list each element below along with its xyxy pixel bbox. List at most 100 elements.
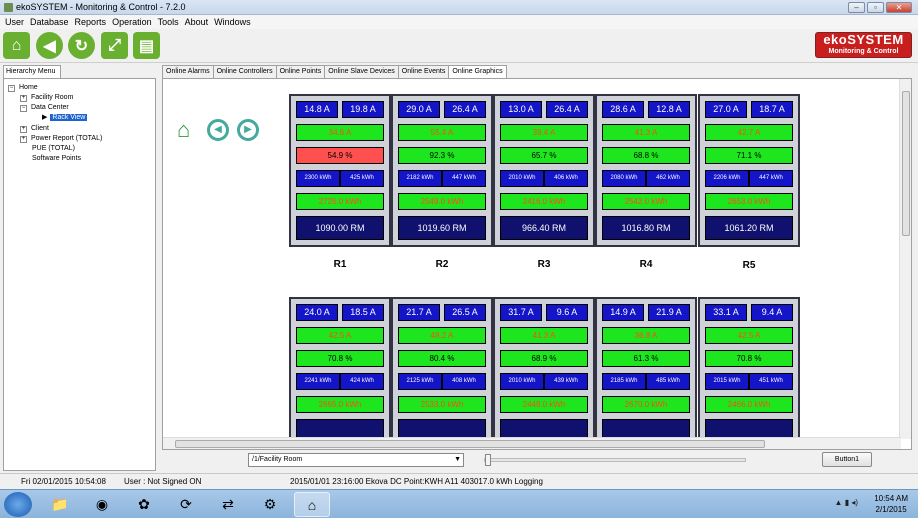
app-taskbar-icon[interactable]: ✿ bbox=[126, 492, 162, 517]
phase2-current: 9.4 A bbox=[751, 304, 793, 321]
collapse-icon[interactable]: − bbox=[8, 85, 15, 92]
tab-online-controllers[interactable]: Online Controllers bbox=[212, 65, 277, 78]
tree-item-client[interactable]: + Client bbox=[20, 124, 49, 133]
vertical-scrollbar[interactable] bbox=[899, 79, 911, 439]
rack-r1[interactable]: 14.8 A 19.8 A 34.6 A 54.9 % 2300 kWh 425 k… bbox=[289, 94, 391, 247]
phase1-current: 33.1 A bbox=[705, 304, 747, 321]
tree-item-data-center[interactable]: − Data Center bbox=[20, 103, 69, 112]
load-percent: 70.8 % bbox=[296, 350, 384, 367]
home-button[interactable]: ⌂ bbox=[3, 32, 30, 59]
sync-taskbar-icon[interactable]: ⟳ bbox=[168, 492, 204, 517]
total-energy: 2653.0 kWh bbox=[705, 193, 793, 210]
zoom-slider[interactable] bbox=[484, 454, 746, 466]
expand-icon: ⤢ bbox=[108, 36, 121, 54]
rack-bottom-5[interactable]: 33.1 A 9.4 A 42.5 A 70.8 % 2015 kWh 451 kW… bbox=[698, 297, 800, 449]
next-icon[interactable]: ▶ bbox=[237, 119, 259, 141]
menu-windows[interactable]: Windows bbox=[214, 15, 251, 29]
menu-reports[interactable]: Reports bbox=[75, 15, 107, 29]
vertical-scroll-thumb[interactable] bbox=[902, 91, 910, 236]
load-percent: 68.8 % bbox=[602, 147, 690, 164]
phase2-current: 26.5 A bbox=[444, 304, 486, 321]
rack-bottom-2[interactable]: 21.7 A 26.5 A 48.2 A 80.4 % 2125 kWh 408 k… bbox=[391, 297, 493, 449]
energy-kwh-1: 2241 kWh bbox=[296, 373, 340, 390]
total-current: 41.3 A bbox=[602, 124, 690, 141]
rack-r4[interactable]: 28.6 A 12.8 A 41.3 A 68.8 % 2080 kWh 462 k… bbox=[595, 94, 697, 247]
cost-rm: 1016.80 RM bbox=[602, 216, 690, 240]
phase1-current: 21.7 A bbox=[398, 304, 440, 321]
layout-button[interactable]: ▤ bbox=[133, 32, 160, 59]
button1[interactable]: Button1 bbox=[822, 452, 872, 467]
rack-r3[interactable]: 13.0 A 26.4 A 39.4 A 65.7 % 2010 kWh 406 k… bbox=[493, 94, 595, 247]
tree-item-home[interactable]: − Home bbox=[8, 83, 38, 92]
minimize-button[interactable]: – bbox=[848, 2, 865, 13]
menu-about[interactable]: About bbox=[185, 15, 209, 29]
back-button[interactable]: ◀ bbox=[36, 32, 63, 59]
energy-kwh-1: 2010 kWh bbox=[500, 373, 544, 390]
rack-label-r2: R2 bbox=[435, 259, 449, 270]
fullscreen-button[interactable]: ⤢ bbox=[101, 32, 128, 59]
horizontal-scroll-thumb[interactable] bbox=[175, 440, 765, 448]
teamviewer-taskbar-icon[interactable]: ⇄ bbox=[210, 492, 246, 517]
phase2-current: 26.4 A bbox=[444, 101, 486, 118]
rack-r2[interactable]: 29.0 A 26.4 A 55.4 A 92.3 % 2182 kWh 447 k… bbox=[391, 94, 493, 247]
network-tool-taskbar-icon[interactable]: ⚙ bbox=[252, 492, 288, 517]
rack-r5[interactable]: 27.0 A 18.7 A 42.7 A 71.1 % 2206 kWh 447 k… bbox=[698, 94, 800, 247]
chevron-down-icon: ▼ bbox=[454, 456, 461, 463]
total-current: 48.2 A bbox=[398, 327, 486, 344]
menu-database[interactable]: Database bbox=[30, 15, 69, 29]
tree-item-facility-room[interactable]: + Facility Room bbox=[20, 93, 73, 102]
status-user: User : Not Signed ON bbox=[124, 477, 202, 486]
expand-icon[interactable]: + bbox=[20, 95, 27, 102]
logo-subtitle: Monitoring & Control bbox=[828, 48, 899, 55]
maximize-button[interactable]: ▫ bbox=[867, 2, 884, 13]
tree-item-power-report[interactable]: + Power Report (TOTAL) bbox=[20, 134, 102, 143]
previous-icon[interactable]: ◀ bbox=[207, 119, 229, 141]
menu-user[interactable]: User bbox=[5, 15, 24, 29]
system-clock[interactable]: 10:54 AM 2/1/2015 bbox=[874, 493, 908, 515]
rack-view-canvas: ⌂ ◀ ▶ 14.8 A 19.8 A 34.6 A 54.9 % 2300 kW… bbox=[162, 78, 912, 450]
location-dropdown[interactable]: /1/Facility Room ▼ bbox=[248, 453, 464, 467]
rack-bottom-1[interactable]: 24.0 A 18.5 A 42.5 A 70.8 % 2241 kWh 424 k… bbox=[289, 297, 391, 449]
hierarchy-menu-tab[interactable]: Hierarchy Menu bbox=[3, 65, 61, 78]
expand-icon[interactable]: + bbox=[20, 136, 27, 143]
menu-tools[interactable]: Tools bbox=[158, 15, 179, 29]
status-event: 2015/01/01 23:16:00 Ekova DC Point:KWH A… bbox=[290, 477, 543, 486]
rack-bottom-4[interactable]: 14.9 A 21.9 A 36.8 A 61.3 % 2185 kWh 485 k… bbox=[595, 297, 697, 449]
menu-operation[interactable]: Operation bbox=[112, 15, 152, 29]
tree-item-pue[interactable]: PUE (TOTAL) bbox=[32, 144, 75, 153]
hierarchy-tree: − Home + Facility Room − Data Center ▶ Rack … bbox=[3, 78, 156, 471]
energy-kwh-2: 439 kWh bbox=[544, 373, 588, 390]
home-icon[interactable]: ⌂ bbox=[177, 119, 199, 141]
energy-kwh-1: 2185 kWh bbox=[602, 373, 646, 390]
rack-label-r1: R1 bbox=[333, 259, 347, 270]
start-button[interactable] bbox=[4, 492, 32, 517]
tab-online-slave-devices[interactable]: Online Slave Devices bbox=[324, 65, 399, 78]
expand-icon[interactable]: + bbox=[20, 126, 27, 133]
status-bar: Fri 02/01/2015 10:54:08 User : Not Signe… bbox=[0, 473, 918, 489]
tab-online-points[interactable]: Online Points bbox=[275, 65, 326, 78]
phase1-current: 14.9 A bbox=[602, 304, 644, 321]
tab-online-alarms[interactable]: Online Alarms bbox=[162, 65, 214, 78]
rack-bottom-3[interactable]: 31.7 A 9.6 A 41.3 A 68.9 % 2010 kWh 439 kW… bbox=[493, 297, 595, 449]
ekosystem-taskbar-icon[interactable]: ⌂ bbox=[294, 492, 330, 517]
layout-icon: ▤ bbox=[138, 37, 155, 55]
cost-rm: 966.40 RM bbox=[500, 216, 588, 240]
refresh-button[interactable]: ↻ bbox=[68, 32, 95, 59]
load-percent: 68.9 % bbox=[500, 350, 588, 367]
close-button[interactable]: ✕ bbox=[886, 2, 912, 13]
tree-item-rack-view[interactable]: ▶ Rack View bbox=[42, 113, 88, 122]
tree-item-software-points[interactable]: Software Points bbox=[32, 154, 81, 163]
explorer-taskbar-icon[interactable]: 📁 bbox=[42, 492, 78, 517]
slider-thumb[interactable] bbox=[485, 454, 491, 466]
system-tray-icons[interactable]: ▲ ▮ ◂) bbox=[835, 498, 858, 507]
tab-online-events[interactable]: Online Events bbox=[397, 65, 450, 78]
collapse-icon[interactable]: − bbox=[20, 105, 27, 112]
tab-online-graphics[interactable]: Online Graphics bbox=[448, 65, 507, 79]
refresh-icon: ↻ bbox=[74, 37, 89, 55]
horizontal-scrollbar[interactable] bbox=[163, 437, 901, 449]
load-percent: 54.9 % bbox=[296, 147, 384, 164]
total-energy: 2725.0 kWh bbox=[296, 193, 384, 210]
chrome-taskbar-icon[interactable]: ◉ bbox=[84, 492, 120, 517]
total-energy: 2670.0 kWh bbox=[602, 396, 690, 413]
total-energy: 2549.0 kWh bbox=[398, 193, 486, 210]
